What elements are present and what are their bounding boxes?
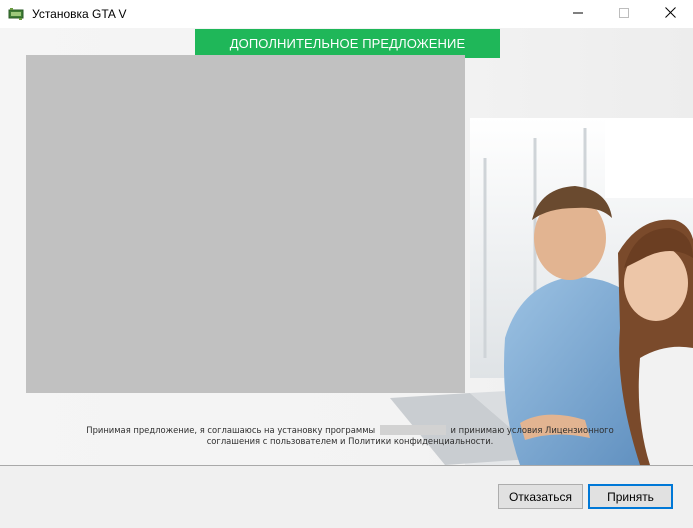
accept-button[interactable]: Принять: [588, 484, 673, 509]
consent-text: Принимая предложение, я соглашаюсь на ус…: [60, 425, 640, 447]
installer-window: Установка GTA V ДОПОЛНИТЕЛЬНОЕ ПРЕДЛОЖЕН…: [0, 0, 693, 528]
maximize-button[interactable]: [601, 0, 647, 28]
additional-offer-banner: ДОПОЛНИТЕЛЬНОЕ ПРЕДЛОЖЕНИЕ: [195, 29, 500, 58]
consent-line1-before: Принимая предложение, я соглашаюсь на ус…: [86, 425, 376, 435]
minimize-icon: [573, 5, 583, 23]
consent-line2: соглашения с пользователем и Политики ко…: [206, 436, 494, 446]
offer-area: ДОПОЛНИТЕЛЬНОЕ ПРЕДЛОЖЕНИЕ Принимая пред…: [0, 28, 693, 465]
maximize-icon: [619, 5, 629, 23]
consent-line1-after: и принимаю условия Лицензионного: [450, 425, 614, 435]
close-icon: [664, 5, 676, 23]
close-button[interactable]: [647, 0, 693, 28]
title-bar[interactable]: Установка GTA V: [0, 0, 693, 28]
window-title: Установка GTA V: [32, 7, 127, 21]
decline-button[interactable]: Отказаться: [498, 484, 583, 509]
program-name-redacted: [379, 425, 446, 435]
button-bar: Отказаться Принять: [0, 466, 693, 528]
offer-content-placeholder: [26, 55, 465, 393]
app-icon: [8, 6, 24, 22]
minimize-button[interactable]: [555, 0, 601, 28]
